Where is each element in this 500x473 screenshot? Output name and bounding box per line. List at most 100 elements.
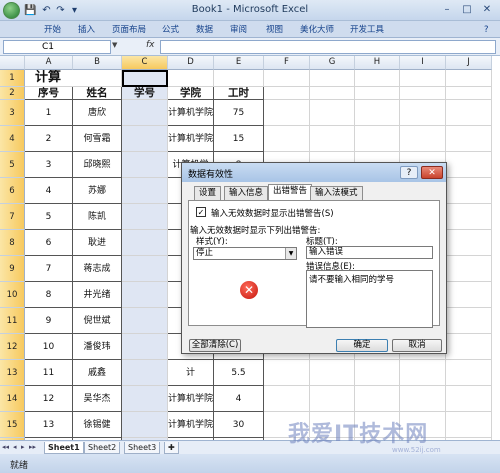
cell-b13[interactable]: 戚鑫 [73, 360, 122, 386]
row-header[interactable]: 5 [0, 152, 25, 178]
cell-a8[interactable]: 6 [25, 230, 73, 256]
cell-b8[interactable]: 耿进 [73, 230, 122, 256]
cell-d2[interactable]: 学院 [168, 87, 214, 100]
tab-formulas[interactable]: 公式 [162, 23, 179, 37]
row-header[interactable]: 2 [0, 87, 25, 100]
cell-i4[interactable] [400, 126, 446, 152]
cell-c4[interactable] [122, 126, 168, 152]
cell-d15[interactable]: 计算机学院 [168, 412, 214, 438]
cell-e15[interactable]: 30 [214, 412, 264, 438]
cell-f4[interactable] [264, 126, 310, 152]
cell-b5[interactable]: 邱晓熙 [73, 152, 122, 178]
cell-f2[interactable] [264, 87, 310, 100]
cell-j3[interactable] [446, 100, 492, 126]
style-select[interactable]: 停止 ▼ [193, 247, 297, 260]
cell-a1[interactable]: 计算 [25, 70, 122, 87]
cell-a13[interactable]: 11 [25, 360, 73, 386]
row-header[interactable]: 10 [0, 282, 25, 308]
cell-e1[interactable] [214, 70, 264, 87]
cell-e4[interactable]: 15 [214, 126, 264, 152]
cell-c3[interactable] [122, 100, 168, 126]
insert-function-icon[interactable]: fx [146, 40, 155, 50]
name-box-dropdown-icon[interactable]: ▼ [112, 41, 117, 49]
cell-j15[interactable] [446, 412, 492, 438]
select-all-corner[interactable] [0, 56, 25, 70]
ok-button[interactable]: 确定 [336, 339, 388, 352]
cell-f14[interactable] [264, 386, 310, 412]
cell-j9[interactable] [446, 256, 492, 282]
tab-page-layout[interactable]: 页面布局 [112, 23, 146, 37]
tab-ime-mode[interactable]: 输入法模式 [310, 186, 363, 200]
cell-h4[interactable] [355, 126, 400, 152]
tab-data[interactable]: 数据 [196, 23, 213, 37]
cell-c2[interactable]: 学号 [122, 87, 168, 100]
cell-a14[interactable]: 12 [25, 386, 73, 412]
cell-j5[interactable] [446, 152, 492, 178]
cell-j11[interactable] [446, 308, 492, 334]
tab-error-alert[interactable]: 出错警告 [268, 184, 313, 201]
cell-c8[interactable] [122, 230, 168, 256]
cell-h14[interactable] [355, 386, 400, 412]
cell-g1[interactable] [310, 70, 355, 87]
cell-c6[interactable] [122, 178, 168, 204]
cell-g3[interactable] [310, 100, 355, 126]
cell-j7[interactable] [446, 204, 492, 230]
cell-h3[interactable] [355, 100, 400, 126]
row-header[interactable]: 11 [0, 308, 25, 334]
cell-b15[interactable]: 徐锡健 [73, 412, 122, 438]
cell-c15[interactable] [122, 412, 168, 438]
row-header[interactable]: 3 [0, 100, 25, 126]
row-header[interactable]: 7 [0, 204, 25, 230]
column-header-i[interactable]: I [400, 56, 446, 70]
cell-a11[interactable]: 9 [25, 308, 73, 334]
cell-h13[interactable] [355, 360, 400, 386]
clear-all-button[interactable]: 全部清除(C) [189, 339, 241, 352]
cell-b11[interactable]: 倪世斌 [73, 308, 122, 334]
sheet-tab-sheet1[interactable]: Sheet1 [44, 442, 84, 454]
cell-d4[interactable]: 计算机学院 [168, 126, 214, 152]
column-header-e[interactable]: E [214, 56, 264, 70]
tab-developer[interactable]: 开发工具 [350, 23, 384, 37]
help-icon[interactable]: ? [484, 23, 489, 37]
maximize-button[interactable]: □ [458, 2, 476, 18]
column-header-c[interactable]: C [122, 56, 168, 70]
cell-j4[interactable] [446, 126, 492, 152]
cell-b2[interactable]: 姓名 [73, 87, 122, 100]
close-button[interactable]: ✕ [478, 2, 496, 18]
error-message-textarea[interactable]: 请不要输入相同的学号 [306, 270, 433, 328]
row-header[interactable]: 6 [0, 178, 25, 204]
sheet-tab-sheet3[interactable]: Sheet3 [124, 442, 161, 454]
cell-f3[interactable] [264, 100, 310, 126]
cancel-button[interactable]: 取消 [392, 339, 442, 352]
cell-d13[interactable]: 计 [168, 360, 214, 386]
row-header[interactable]: 15 [0, 412, 25, 438]
cell-a3[interactable]: 1 [25, 100, 73, 126]
next-sheet-icon[interactable]: ▸ [21, 443, 25, 451]
cell-c9[interactable] [122, 256, 168, 282]
cell-c13[interactable] [122, 360, 168, 386]
cell-a2[interactable]: 序号 [25, 87, 73, 100]
cell-c7[interactable] [122, 204, 168, 230]
cell-c11[interactable] [122, 308, 168, 334]
cell-h1[interactable] [355, 70, 400, 87]
tab-review[interactable]: 审阅 [230, 23, 247, 37]
cell-d1[interactable] [168, 70, 214, 87]
minimize-button[interactable]: – [438, 2, 456, 18]
error-title-input[interactable]: 输入错误 [306, 246, 433, 259]
cell-f13[interactable] [264, 360, 310, 386]
cell-d3[interactable]: 计算机学院 [168, 100, 214, 126]
cell-j14[interactable] [446, 386, 492, 412]
name-box[interactable]: C1 [3, 40, 111, 54]
tab-settings[interactable]: 设置 [194, 186, 222, 200]
cell-b10[interactable]: 井光绪 [73, 282, 122, 308]
tab-view[interactable]: 视图 [266, 23, 283, 37]
cell-b9[interactable]: 蒋志成 [73, 256, 122, 282]
column-header-h[interactable]: H [355, 56, 400, 70]
cell-a9[interactable]: 7 [25, 256, 73, 282]
show-error-alert-label[interactable]: 输入无效数据时显示出错警告(S) [211, 207, 334, 219]
cell-i3[interactable] [400, 100, 446, 126]
tab-beautify-master[interactable]: 美化大师 [300, 23, 334, 37]
row-header[interactable]: 8 [0, 230, 25, 256]
cell-b6[interactable]: 苏娜 [73, 178, 122, 204]
cell-a7[interactable]: 5 [25, 204, 73, 230]
